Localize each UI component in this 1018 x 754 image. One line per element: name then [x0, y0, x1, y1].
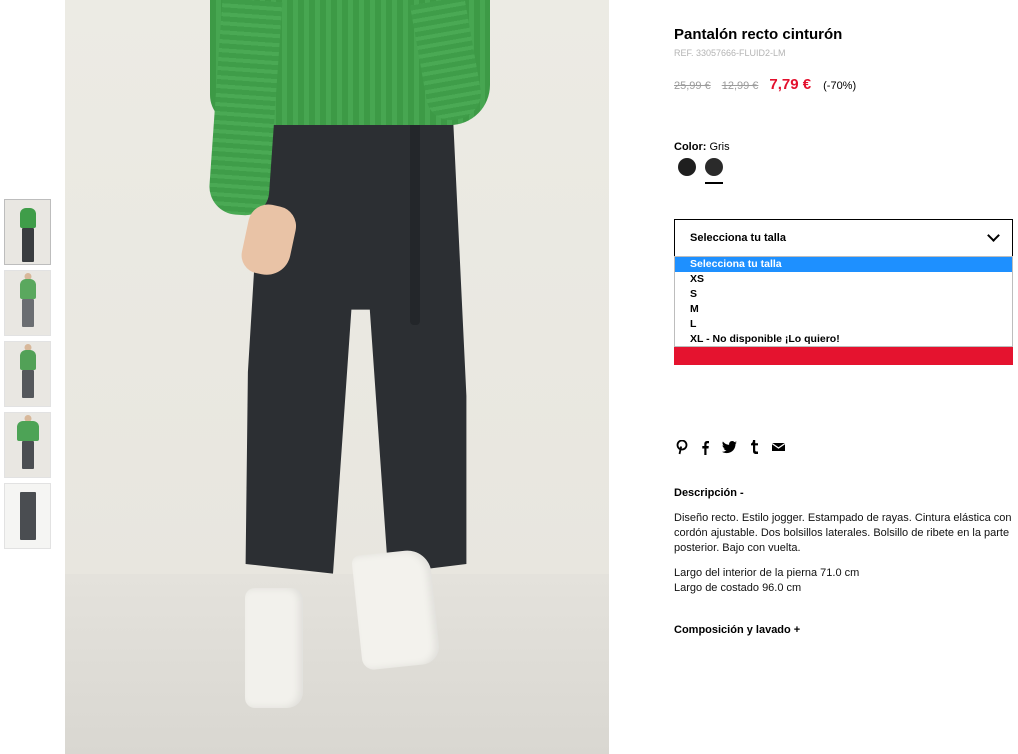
thumbnail-3[interactable]: [4, 341, 51, 407]
price-row: 25,99 € 12,99 € 7,79 € (-70%): [674, 76, 856, 93]
chevron-down-icon: [987, 229, 1000, 242]
size-option-l[interactable]: L: [675, 317, 1012, 332]
email-icon[interactable]: [772, 439, 785, 455]
color-swatch-2[interactable]: [705, 158, 723, 184]
thumbnail-4[interactable]: [4, 412, 51, 478]
thumbnail-list: [4, 199, 52, 554]
thumbnail-pants-flat: [19, 492, 36, 540]
thumbnail-figure-legs: [21, 370, 34, 398]
twitter-icon[interactable]: [722, 439, 737, 455]
size-option-m[interactable]: M: [675, 302, 1012, 317]
facebook-icon[interactable]: [701, 439, 709, 455]
color-swatch-1[interactable]: [678, 158, 696, 176]
product-main-image[interactable]: [65, 0, 609, 754]
thumbnail-figure-legs: [21, 441, 34, 469]
measure-inseam: Largo del interior de la pierna 71.0 cm: [674, 567, 860, 579]
measure-outseam: Largo de costado 96.0 cm: [674, 582, 802, 594]
share-icons: [676, 439, 798, 455]
thumbnail-5[interactable]: [4, 483, 51, 549]
thumbnail-figure-top: [19, 279, 36, 299]
thumbnail-figure-legs: [21, 228, 34, 262]
size-option-xl[interactable]: XL - No disponible ¡Lo quiero!: [675, 332, 1012, 347]
thumbnail-figure-top: [19, 208, 36, 228]
composition-heading[interactable]: Composición y lavado +: [674, 624, 800, 636]
image-pants: [245, 108, 467, 574]
description-measures: Largo del interior de la pierna 71.0 cm …: [674, 566, 1014, 596]
thumbnail-1[interactable]: [4, 199, 51, 265]
color-row: Color: Gris: [674, 141, 730, 153]
description-heading[interactable]: Descripción -: [674, 487, 744, 499]
price-discount: (-70%): [823, 80, 857, 92]
size-dropdown: Selecciona tu talla XS S M L XL - No dis…: [674, 256, 1013, 347]
thumbnail-figure-top: [19, 350, 36, 370]
tumblr-icon[interactable]: [750, 439, 759, 455]
pinterest-icon[interactable]: [676, 439, 688, 455]
thumbnail-figure-legs: [21, 299, 34, 327]
product-title: Pantalón recto cinturón: [674, 26, 843, 43]
size-option-placeholder[interactable]: Selecciona tu talla: [675, 257, 1012, 272]
product-ref: REF. 33057666-FLUID2-LM: [674, 48, 786, 58]
image-floor: [65, 574, 609, 754]
size-option-s[interactable]: S: [675, 287, 1012, 302]
thumbnail-figure-top: [16, 421, 39, 441]
price-previous: 12,99 €: [721, 80, 759, 92]
size-select[interactable]: Selecciona tu talla: [674, 219, 1013, 257]
image-belt: [410, 115, 420, 325]
thumbnail-2[interactable]: [4, 270, 51, 336]
description-text: Diseño recto. Estilo jogger. Estampado d…: [674, 512, 1012, 554]
price-sale: 7,79 €: [769, 76, 812, 93]
image-boot-left: [245, 588, 303, 708]
color-swatches: [678, 158, 732, 184]
color-label: Color:: [674, 141, 707, 153]
image-boot-right: [351, 548, 441, 671]
size-option-xs[interactable]: XS: [675, 272, 1012, 287]
color-value: Gris: [709, 141, 730, 153]
price-original: 25,99 €: [674, 80, 711, 92]
size-select-value: Selecciona tu talla: [690, 232, 786, 244]
